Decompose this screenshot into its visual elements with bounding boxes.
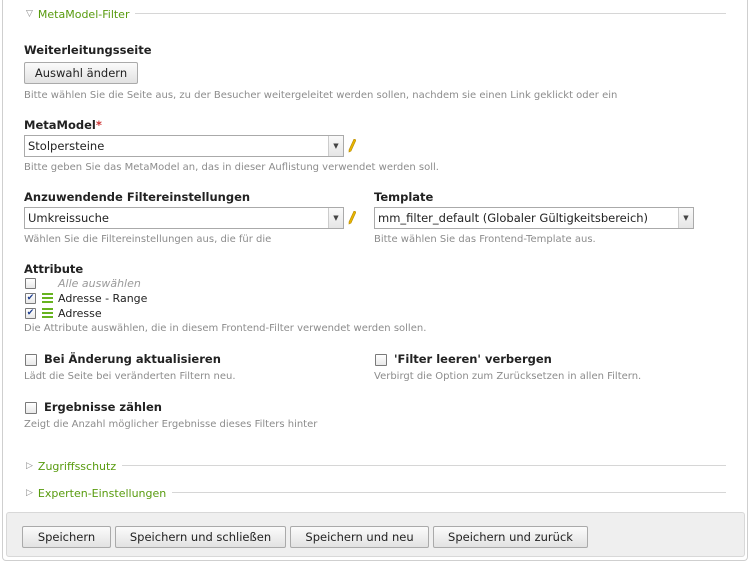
change-selection-button[interactable]: Auswahl ändern [24,62,138,84]
chevron-down-icon[interactable]: ▼ [678,208,693,228]
legend-label: Zugriffsschutz [37,459,117,473]
template-label: Template [374,190,434,204]
pencil-wizard-icon[interactable] [348,139,356,153]
legend-experten[interactable]: ▷ Experten-Einstellungen [26,485,173,501]
redirect-label: Weiterleitungsseite [24,43,152,57]
on-change-checkbox[interactable] [25,354,37,366]
save-new-button[interactable]: Speichern und neu [290,526,429,548]
attribute-label: Adresse [58,307,102,320]
triangle-down-icon: ▽ [26,9,33,19]
legend-label: Experten-Einstellungen [37,486,167,500]
save-back-button[interactable]: Speichern und zurück [433,526,588,548]
triangle-right-icon: ▷ [26,461,33,471]
select-all-checkbox[interactable] [25,278,36,289]
metamodel-label: MetaModel* [24,118,102,132]
metamodel-select-value: Stolpersteine [28,139,105,153]
chevron-down-icon[interactable]: ▼ [328,208,343,228]
count-results-checkbox[interactable] [25,402,37,414]
metamodel-help: Bitte geben Sie das MetaModel an, das in… [24,162,439,173]
attributes-help: Die Attribute auswählen, die in diesem F… [24,323,427,334]
template-select-value: mm_filter_default (Globaler Gültigkeitsb… [378,211,649,225]
hide-clear-checkbox[interactable] [375,354,387,366]
attribute-checkbox[interactable]: ✔ [25,293,36,304]
count-results-label[interactable]: Ergebnisse zählen [44,400,162,414]
legend-zugriffsschutz[interactable]: ▷ Zugriffsschutz [26,458,123,474]
save-close-button[interactable]: Speichern und schließen [115,526,286,548]
legend-metamodel-filter[interactable]: ▽ MetaModel-Filter [26,6,136,22]
attributes-label: Attribute [24,262,84,276]
metamodel-label-text: MetaModel [24,118,96,132]
drag-handle-icon[interactable] [42,308,53,319]
legend-label: MetaModel-Filter [37,7,130,21]
metamodel-select[interactable]: Stolpersteine ▼ [24,135,344,157]
pencil-wizard-icon[interactable] [348,211,356,225]
select-all-label[interactable]: Alle auswählen [58,277,141,290]
count-results-help: Zeigt die Anzahl möglicher Ergebnisse di… [24,419,318,430]
filter-settings-select[interactable]: Umkreissuche ▼ [24,207,344,229]
hide-clear-help: Verbirgt die Option zum Zurücksetzen in … [374,371,642,382]
template-help: Bitte wählen Sie das Frontend-Template a… [374,234,596,245]
filter-settings-label: Anzuwendende Filtereinstellungen [24,190,251,204]
redirect-help: Bitte wählen Sie die Seite aus, zu der B… [24,90,618,101]
filter-settings-select-value: Umkreissuche [28,211,109,225]
legend-line [30,465,726,466]
save-button[interactable]: Speichern [22,526,111,548]
drag-handle-icon[interactable] [42,293,53,304]
filter-settings-help: Wählen Sie die Filtereinstellungen aus, … [24,234,272,245]
triangle-right-icon: ▷ [26,488,33,498]
attribute-checkbox[interactable]: ✔ [25,308,36,319]
hide-clear-label[interactable]: 'Filter leeren' verbergen [394,352,552,366]
attribute-label: Adresse - Range [58,292,148,305]
on-change-label[interactable]: Bei Änderung aktualisieren [44,352,221,366]
on-change-help: Lädt die Seite bei veränderten Filtern n… [24,371,236,382]
required-mark: * [95,118,102,132]
chevron-down-icon[interactable]: ▼ [328,136,343,156]
template-select[interactable]: mm_filter_default (Globaler Gültigkeitsb… [374,207,694,229]
